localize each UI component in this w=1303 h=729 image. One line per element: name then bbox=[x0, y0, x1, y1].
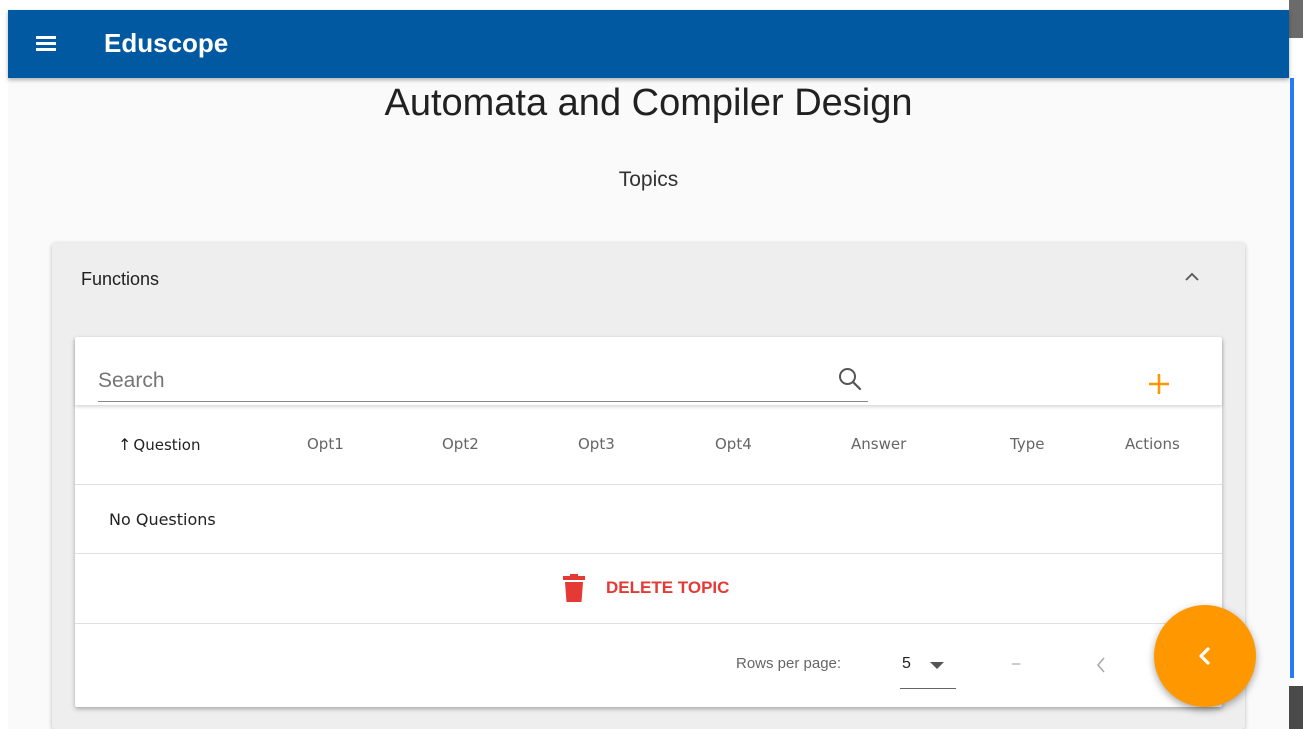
scrollbar-thumb[interactable] bbox=[1290, 78, 1294, 678]
footer-divider bbox=[75, 623, 1222, 624]
column-header-actions[interactable]: Actions bbox=[1125, 435, 1180, 453]
column-header-opt2[interactable]: Opt2 bbox=[442, 435, 479, 453]
column-header-type[interactable]: Type bbox=[1010, 435, 1044, 453]
column-header-opt1[interactable]: Opt1 bbox=[307, 435, 344, 453]
search-input[interactable] bbox=[98, 361, 868, 402]
rows-per-page-label: Rows per page: bbox=[736, 655, 842, 672]
column-header-answer[interactable]: Answer bbox=[851, 435, 906, 453]
caret-down-icon bbox=[930, 662, 944, 669]
empty-state-message: No Questions bbox=[109, 510, 216, 529]
plus-icon[interactable] bbox=[1145, 370, 1173, 398]
column-header-opt3[interactable]: Opt3 bbox=[578, 435, 615, 453]
trash-icon bbox=[563, 574, 585, 602]
app-bar: Eduscope bbox=[8, 10, 1289, 78]
app-brand[interactable]: Eduscope bbox=[104, 28, 228, 59]
page-title: Automata and Compiler Design bbox=[384, 82, 913, 124]
rows-per-page-value: 5 bbox=[902, 655, 911, 672]
search-icon[interactable] bbox=[837, 366, 863, 392]
table-toolbar bbox=[75, 337, 1222, 405]
header-divider bbox=[75, 484, 1222, 485]
chevron-up-icon[interactable] bbox=[1182, 269, 1202, 285]
menu-icon[interactable] bbox=[34, 32, 58, 56]
section-heading: Topics bbox=[618, 168, 679, 191]
delete-topic-label: DELETE TOPIC bbox=[606, 578, 730, 597]
topic-title[interactable]: Functions bbox=[81, 269, 159, 290]
chevron-left-icon[interactable] bbox=[1093, 655, 1109, 675]
scrollbar-bottom-arrow[interactable] bbox=[1289, 686, 1303, 729]
scrollbar-top-arrow[interactable] bbox=[1289, 0, 1303, 38]
column-header-question[interactable]: ↑ Question bbox=[118, 435, 201, 454]
arrow-up-icon: ↑ bbox=[118, 435, 132, 454]
questions-table-card: ↑Question Opt1 Opt2 Opt3 Opt4 Answer Typ… bbox=[75, 337, 1222, 707]
column-header-opt4[interactable]: Opt4 bbox=[715, 435, 752, 453]
back-fab-button[interactable] bbox=[1154, 605, 1256, 707]
rows-per-page-select[interactable]: 5 bbox=[900, 649, 956, 689]
row-divider bbox=[75, 553, 1222, 554]
pagination-range: – bbox=[1012, 655, 1021, 672]
chevron-left-icon bbox=[1199, 647, 1210, 665]
